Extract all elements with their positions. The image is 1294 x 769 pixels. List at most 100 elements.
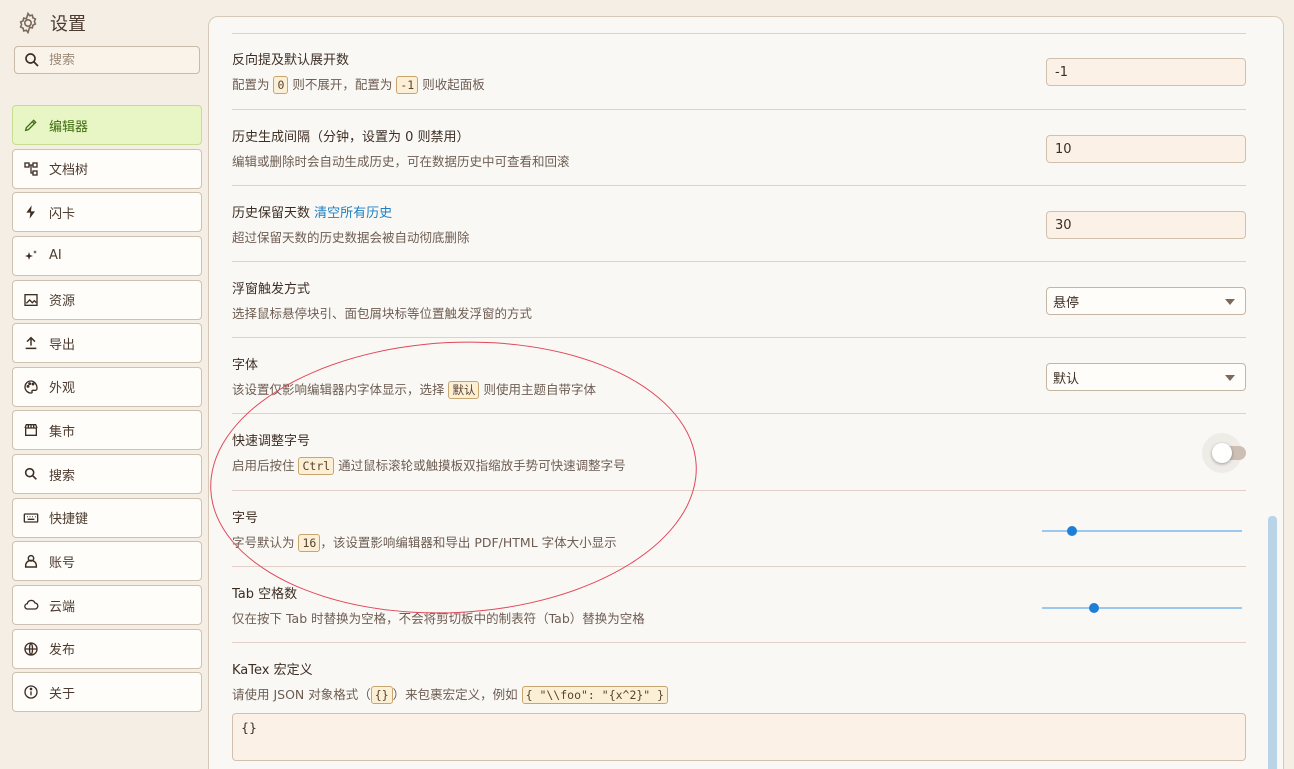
palette-icon xyxy=(24,380,38,394)
select-value: 悬停 xyxy=(1053,295,1080,311)
desc-text: ）来包裹宏定义，例如 xyxy=(392,687,522,702)
sidebar-item-publish[interactable]: 发布 xyxy=(12,628,202,669)
sidebar-item-export[interactable]: 导出 xyxy=(12,323,202,364)
inline-code: { "\\foo": "{x^2}" } xyxy=(521,686,669,704)
desc-text: ，该设置影响编辑器和导出 PDF/HTML 字体大小显示 xyxy=(320,535,617,550)
setting-tab-space: Tab 空格数 仅在按下 Tab 时替换为空格，不会将剪切板中的制表符（Tab）… xyxy=(232,586,1246,643)
inline-code: Ctrl xyxy=(298,457,335,475)
search-icon xyxy=(24,467,37,481)
inline-code: 0 xyxy=(273,76,289,94)
upload-icon xyxy=(25,336,37,350)
setting-history-interval: 历史生成间隔（分钟，设置为 0 则禁用） 编辑或删除时会自动生成历史，可在数据历… xyxy=(232,129,1246,186)
setting-description: 请使用 JSON 对象格式（{} ）来包裹宏定义，例如 { "\\foo": "{… xyxy=(232,686,1246,704)
settings-header: 设置 xyxy=(16,8,86,38)
globe-icon xyxy=(24,642,38,656)
desc-text: 则收起面板 xyxy=(418,77,485,92)
sidebar-item-label: 关于 xyxy=(49,686,76,702)
history-interval-input[interactable] xyxy=(1046,135,1246,163)
desc-text: 字号默认为 xyxy=(232,535,299,550)
sidebar-item-label: 导出 xyxy=(49,337,76,353)
inline-code: -1 xyxy=(396,76,419,94)
setting-description: 启用后按住 Ctrl 通过鼠标滚轮或触摸板双指缩放手势可快速调整字号 xyxy=(232,457,1246,475)
setting-title: 快速调整字号 xyxy=(232,434,311,449)
divider xyxy=(232,33,1246,34)
sidebar-item-label: 闪卡 xyxy=(49,206,76,222)
desc-text: 则使用主题自带字体 xyxy=(479,382,596,397)
inline-code: 默认 xyxy=(448,381,480,399)
font-size-slider[interactable] xyxy=(1042,524,1242,538)
inline-code: 16 xyxy=(298,534,321,552)
image-icon xyxy=(24,293,38,306)
sidebar-item-bazaar[interactable]: 集市 xyxy=(12,410,202,451)
search-box[interactable] xyxy=(14,46,200,74)
page-title: 设置 xyxy=(50,14,86,35)
bolt-icon xyxy=(26,205,35,219)
clear-history-link[interactable]: 清空所有历史 xyxy=(314,206,392,221)
font-select[interactable]: 默认 xyxy=(1046,363,1246,391)
sidebar-item-about[interactable]: 关于 xyxy=(12,672,202,713)
float-trigger-select[interactable]: 悬停 xyxy=(1046,287,1246,315)
desc-text: 配置为 xyxy=(232,77,274,92)
slider-thumb[interactable] xyxy=(1067,526,1077,536)
sidebar-item-cloud[interactable]: 云端 xyxy=(12,585,202,626)
gear-icon xyxy=(19,11,37,35)
sidebar-item-assets[interactable]: 资源 xyxy=(12,279,202,320)
info-icon xyxy=(24,685,38,699)
desc-text: 则不展开，配置为 xyxy=(288,77,397,92)
setting-float-trigger: 浮窗触发方式 选择鼠标悬停块引、面包屑块标等位置触发浮窗的方式 悬停 xyxy=(232,281,1246,338)
keyboard-icon xyxy=(23,513,39,523)
sidebar-item-editor[interactable]: 编辑器 xyxy=(12,105,202,145)
tree-icon xyxy=(24,161,38,176)
history-keep-input[interactable] xyxy=(1046,211,1246,239)
scrollbar[interactable] xyxy=(1268,516,1277,769)
sidebar-item-label: 编辑器 xyxy=(49,119,89,135)
tab-space-slider[interactable] xyxy=(1042,601,1242,615)
desc-text: 通过鼠标滚轮或触摸板双指缩放手势可快速调整字号 xyxy=(334,458,626,473)
pencil-icon xyxy=(24,119,37,132)
setting-title: KaTex 宏定义 xyxy=(232,663,313,678)
katex-macro-textarea[interactable]: {} xyxy=(232,713,1246,761)
user-icon xyxy=(24,555,38,569)
cloud-icon xyxy=(24,599,39,610)
inline-code: {} xyxy=(370,686,393,704)
sidebar-item-account[interactable]: 账号 xyxy=(12,541,202,582)
sidebar-item-label: 云端 xyxy=(49,599,76,615)
search-input[interactable] xyxy=(49,52,189,68)
setting-quick-font-size: 快速调整字号 启用后按住 Ctrl 通过鼠标滚轮或触摸板双指缩放手势可快速调整字… xyxy=(232,433,1246,491)
chevron-down-icon xyxy=(1225,375,1235,381)
search-icon xyxy=(25,53,39,67)
toggle-knob xyxy=(1212,443,1232,463)
store-icon xyxy=(24,424,38,437)
sidebar-item-ai[interactable]: AI xyxy=(12,235,202,276)
title-text: 历史保留天数 xyxy=(232,206,315,221)
slider-thumb[interactable] xyxy=(1089,603,1099,613)
sidebar-item-search[interactable]: 搜索 xyxy=(12,454,202,495)
sidebar-item-appearance[interactable]: 外观 xyxy=(12,366,202,407)
sidebar-item-keymap[interactable]: 快捷键 xyxy=(12,497,202,538)
sidebar-nav: 编辑器 文档树 闪卡 AI 资源 导出 外观 集市 搜索 快捷键 账号 云端 发… xyxy=(12,105,202,716)
sidebar-item-label: 账号 xyxy=(49,555,76,571)
setting-katex-macros: KaTex 宏定义 请使用 JSON 对象格式（{} ）来包裹宏定义，例如 { "… xyxy=(232,662,1246,706)
desc-text: 启用后按住 xyxy=(232,458,299,473)
sidebar-item-label: 外观 xyxy=(49,381,76,397)
sidebar-item-label: 文档树 xyxy=(49,163,89,179)
sidebar-item-flashcard[interactable]: 闪卡 xyxy=(12,192,202,233)
sidebar-item-label: 发布 xyxy=(49,643,76,659)
chevron-down-icon xyxy=(1225,299,1235,305)
sidebar-item-label: AI xyxy=(49,248,62,264)
setting-font-size: 字号 字号默认为 16 ，该设置影响编辑器和导出 PDF/HTML 字体大小显示 xyxy=(232,510,1246,567)
quick-font-size-toggle[interactable] xyxy=(1212,443,1246,463)
setting-history-keep: 历史保留天数 清空所有历史 超过保留天数的历史数据会被自动彻底删除 xyxy=(232,205,1246,262)
sidebar-item-label: 搜索 xyxy=(49,468,76,484)
setting-font: 字体 该设置仅影响编辑器内字体显示，选择 默认 则使用主题自带字体 默认 xyxy=(232,357,1246,414)
setting-backlink-expand: 反向提及默认展开数 配置为 0 则不展开，配置为 -1 则收起面板 xyxy=(232,52,1246,110)
backlink-expand-input[interactable] xyxy=(1046,58,1246,86)
desc-text: 该设置仅影响编辑器内字体显示，选择 xyxy=(232,382,449,397)
sidebar-item-label: 集市 xyxy=(49,424,76,440)
sidebar-item-label: 资源 xyxy=(49,294,76,310)
sparkle-icon xyxy=(25,249,37,260)
select-value: 默认 xyxy=(1053,371,1080,387)
desc-text: 请使用 JSON 对象格式（ xyxy=(232,687,371,702)
sidebar-item-doctree[interactable]: 文档树 xyxy=(12,148,202,189)
sidebar-item-label: 快捷键 xyxy=(49,512,89,528)
